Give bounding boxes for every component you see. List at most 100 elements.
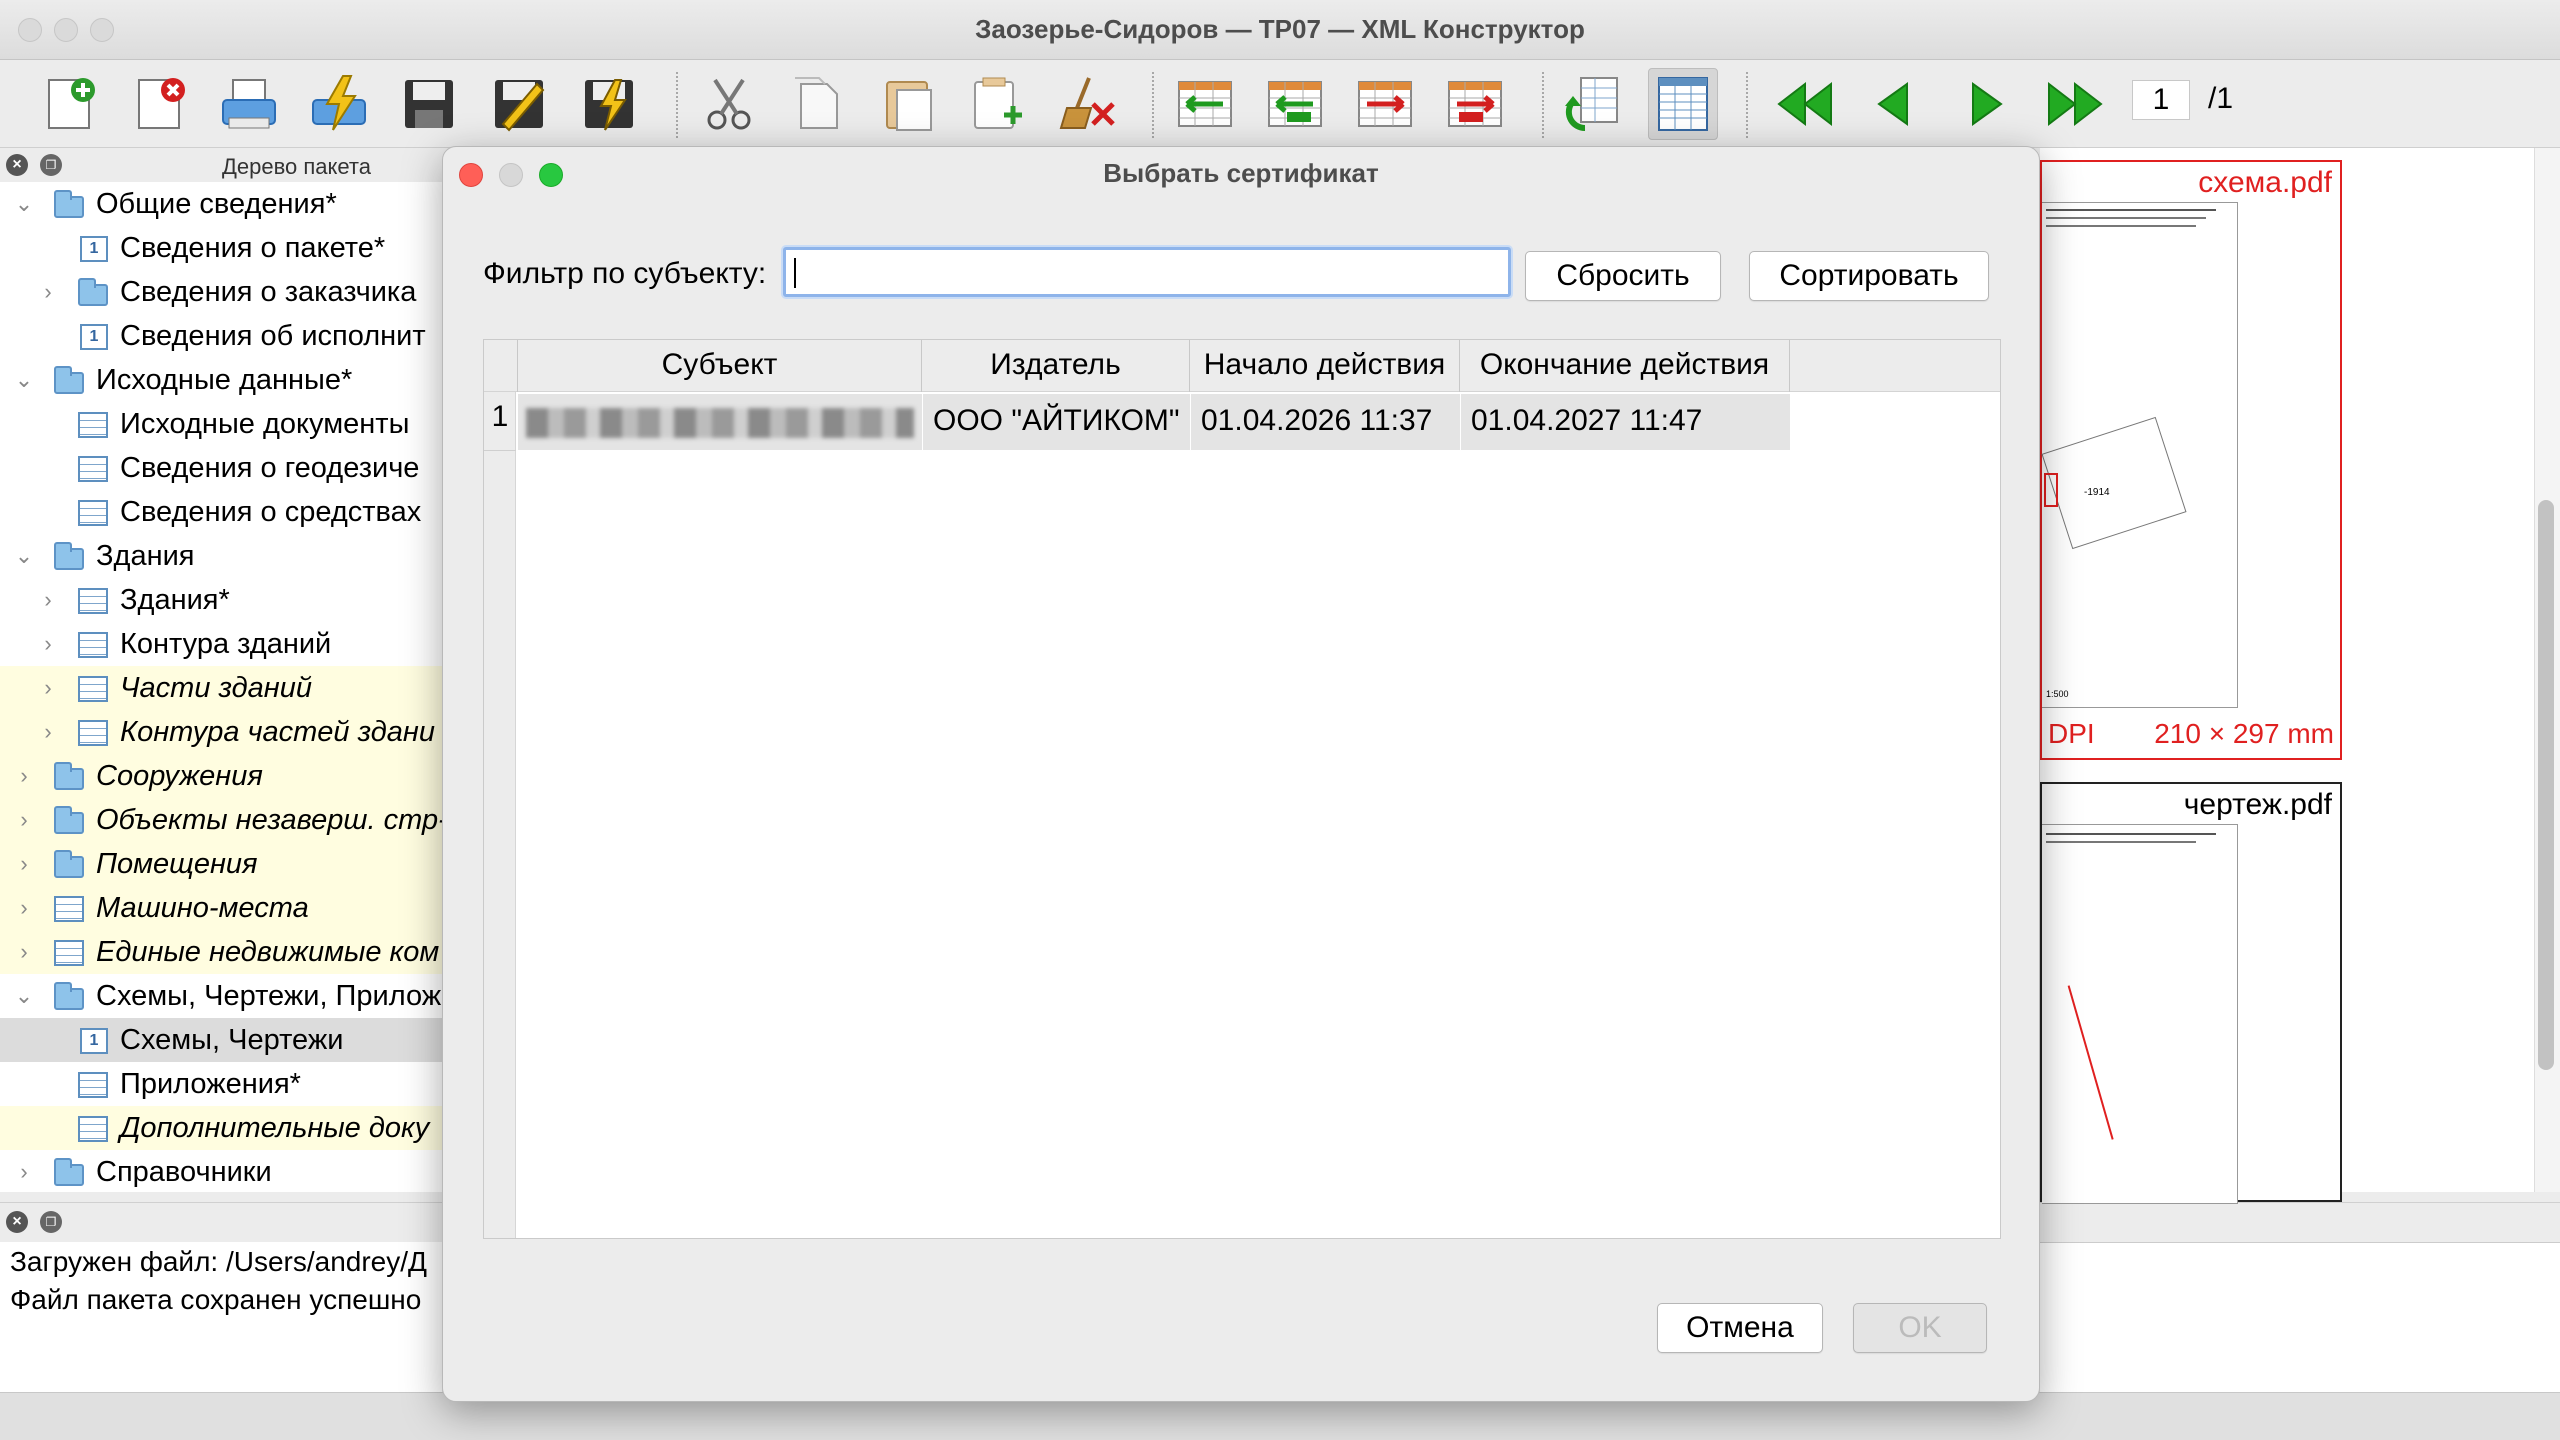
- prev-page-icon[interactable]: [1860, 68, 1930, 140]
- cancel-button[interactable]: Отмена: [1657, 1303, 1823, 1353]
- tree-item[interactable]: ⌄ Схемы, Чертежи, Прилож: [0, 974, 442, 1018]
- folder-icon: [78, 278, 108, 306]
- chevron-right-icon[interactable]: ›: [14, 853, 34, 875]
- package-tree: ⌄ Общие сведения* 1 Сведения о пакете* › Свед…: [0, 182, 442, 1192]
- preview-card-drawing[interactable]: чертеж.pdf: [2040, 782, 2342, 1204]
- copy-icon[interactable]: [784, 68, 854, 140]
- chevron-right-icon[interactable]: ›: [14, 941, 34, 963]
- tree-item[interactable]: › Сооружения: [0, 754, 442, 798]
- tree-item[interactable]: › Помещения: [0, 842, 442, 886]
- tree-item[interactable]: ⌄ Здания: [0, 534, 442, 578]
- chevron-right-icon[interactable]: ›: [38, 589, 58, 611]
- sort-button[interactable]: Сортировать: [1749, 251, 1989, 301]
- paste-icon[interactable]: [874, 68, 944, 140]
- table-icon: [78, 500, 108, 526]
- insert-row-icon[interactable]: [1260, 68, 1330, 140]
- chevron-down-icon[interactable]: ⌄: [14, 545, 34, 567]
- chevron-right-icon[interactable]: ›: [14, 809, 34, 831]
- chevron-down-icon[interactable]: ⌄: [14, 193, 34, 215]
- tree-item[interactable]: › Контура зданий: [0, 622, 442, 666]
- table-view-icon[interactable]: [1648, 68, 1718, 140]
- float-log-icon[interactable]: ❐: [40, 1211, 62, 1233]
- schema-label: -1914: [2084, 487, 2110, 498]
- preview-thumbnail: [2042, 824, 2238, 1204]
- tree-item-label: Сведения о средствах: [120, 495, 422, 528]
- preview-panel: схема.pdf -1914 1:500 DPI 210 × 297 mm ч…: [2040, 148, 2560, 1204]
- folder-icon: [54, 1158, 84, 1186]
- chevron-right-icon[interactable]: ›: [38, 721, 58, 743]
- column-header-subject[interactable]: Субъект: [518, 340, 922, 392]
- tree-item[interactable]: 1 Сведения о пакете*: [0, 226, 442, 270]
- tree-item[interactable]: Приложения*: [0, 1062, 442, 1106]
- chevron-right-icon[interactable]: ›: [38, 677, 58, 699]
- folder-icon: [54, 190, 84, 218]
- last-page-icon[interactable]: [2040, 68, 2110, 140]
- tree-item[interactable]: › Объекты незаверш. стр-: [0, 798, 442, 842]
- float-panel-icon[interactable]: ❐: [40, 154, 62, 176]
- save-icon[interactable]: [394, 68, 464, 140]
- chevron-right-icon[interactable]: ›: [14, 765, 34, 787]
- table-icon: [54, 940, 84, 966]
- table-icon: [78, 588, 108, 614]
- chevron-down-icon[interactable]: ⌄: [14, 369, 34, 391]
- column-header-start[interactable]: Начало действия: [1190, 340, 1460, 392]
- refresh-icon[interactable]: [1558, 68, 1628, 140]
- tree-item[interactable]: 1 Сведения об исполнит: [0, 314, 442, 358]
- validate-sign-icon[interactable]: [574, 68, 644, 140]
- tree-item[interactable]: 1 Схемы, Чертежи: [0, 1018, 442, 1062]
- next-page-icon[interactable]: [1950, 68, 2020, 140]
- tree-item[interactable]: Исходные документы: [0, 402, 442, 446]
- delete-doc-icon[interactable]: [124, 68, 194, 140]
- insert-row-after-icon[interactable]: [1350, 68, 1420, 140]
- close-panel-icon[interactable]: ×: [6, 154, 28, 176]
- close-log-icon[interactable]: ×: [6, 1211, 28, 1233]
- column-header-issuer[interactable]: Издатель: [922, 340, 1190, 392]
- clear-icon[interactable]: [1054, 68, 1124, 140]
- tree-item[interactable]: › Справочники: [0, 1150, 442, 1192]
- chevron-right-icon[interactable]: ›: [38, 633, 58, 655]
- insert-row-before-icon[interactable]: [1170, 68, 1240, 140]
- tree-item[interactable]: Сведения о геодезиче: [0, 446, 442, 490]
- preview-scrollbar-thumb[interactable]: [2538, 500, 2554, 1070]
- cell-subject[interactable]: [518, 394, 922, 450]
- table-row[interactable]: ООО "АЙТИКОМ" 01.04.2026 11:37 01.04.202…: [518, 394, 1790, 450]
- ok-button[interactable]: OK: [1853, 1303, 1987, 1353]
- tree-item[interactable]: › Машино-места: [0, 886, 442, 930]
- page-total: /1: [2208, 82, 2234, 115]
- sign-icon[interactable]: [304, 68, 374, 140]
- reset-button[interactable]: Сбросить: [1525, 251, 1721, 301]
- print-icon[interactable]: [214, 68, 284, 140]
- tree-item[interactable]: › Здания*: [0, 578, 442, 622]
- cut-icon[interactable]: [694, 68, 764, 140]
- tree-item[interactable]: ⌄ Общие сведения*: [0, 182, 442, 226]
- page-number-input[interactable]: 1: [2132, 80, 2190, 120]
- table-icon: [78, 456, 108, 482]
- chevron-down-icon[interactable]: ⌄: [14, 985, 34, 1007]
- tree-item-label: Справочники: [96, 1155, 272, 1188]
- cell-start[interactable]: 01.04.2026 11:37: [1190, 394, 1460, 450]
- new-doc-icon[interactable]: [34, 68, 104, 140]
- tree-item[interactable]: › Единые недвижимые ком: [0, 930, 442, 974]
- tree-item[interactable]: Дополнительные доку: [0, 1106, 442, 1150]
- tree-item[interactable]: › Контура частей здани: [0, 710, 442, 754]
- tree-item[interactable]: Сведения о средствах: [0, 490, 442, 534]
- chevron-right-icon[interactable]: ›: [14, 897, 34, 919]
- tree-item[interactable]: › Части зданий: [0, 666, 442, 710]
- cell-issuer[interactable]: ООО "АЙТИКОМ": [922, 394, 1190, 450]
- subject-filter-input[interactable]: [783, 247, 1511, 297]
- preview-dpi: DPI: [2048, 718, 2095, 749]
- table-icon: [78, 1116, 108, 1142]
- delete-row-icon[interactable]: [1440, 68, 1510, 140]
- tree-item-label: Исходные документы: [120, 407, 410, 440]
- tree-item-label: Сооружения: [96, 759, 263, 792]
- cell-end[interactable]: 01.04.2027 11:47: [1460, 394, 1790, 450]
- preview-card-schema[interactable]: схема.pdf -1914 1:500 DPI 210 × 297 mm: [2040, 160, 2342, 760]
- chevron-right-icon[interactable]: ›: [14, 1161, 34, 1183]
- edit-sign-icon[interactable]: [484, 68, 554, 140]
- column-header-end[interactable]: Окончание действия: [1460, 340, 1790, 392]
- paste-new-icon[interactable]: [964, 68, 1034, 140]
- tree-item[interactable]: ⌄ Исходные данные*: [0, 358, 442, 402]
- tree-item[interactable]: › Сведения о заказчика: [0, 270, 442, 314]
- chevron-right-icon[interactable]: ›: [38, 281, 58, 303]
- first-page-icon[interactable]: [1770, 68, 1840, 140]
